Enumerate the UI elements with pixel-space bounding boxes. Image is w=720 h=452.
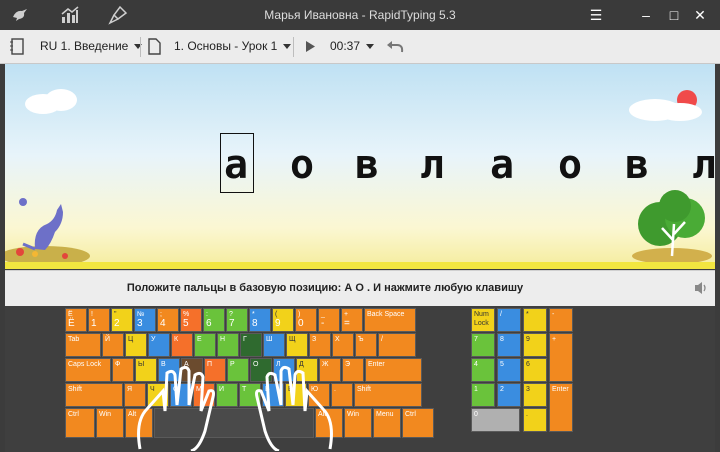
key[interactable]: Щ: [286, 333, 308, 357]
key[interactable]: Tab: [65, 333, 101, 357]
key[interactable]: Enter: [549, 383, 573, 432]
letters-row: а о в л а о в л: [0, 142, 720, 202]
timer-dropdown[interactable]: 00:37: [330, 39, 375, 53]
maximize-icon[interactable]: □: [664, 5, 684, 25]
close-icon[interactable]: ✕: [690, 5, 710, 25]
key[interactable]: ) 0: [295, 308, 317, 332]
key[interactable]: Shift: [65, 383, 123, 407]
key[interactable]: Е: [194, 333, 216, 357]
undo-icon[interactable]: [386, 39, 404, 53]
course-dropdown[interactable]: RU 1. Введение: [40, 39, 143, 53]
key[interactable]: /: [497, 308, 521, 332]
key[interactable]: Ш: [263, 333, 285, 357]
key[interactable]: Caps Lock: [65, 358, 111, 382]
key[interactable]: ; 4: [157, 308, 179, 332]
key[interactable]: % 5: [180, 308, 202, 332]
lesson-dropdown[interactable]: 1. Основы - Урок 1: [174, 39, 292, 53]
key[interactable]: _ -: [318, 308, 340, 332]
notebook-icon: [10, 38, 24, 55]
key[interactable]: Menu: [373, 408, 401, 438]
text-cursor: [220, 133, 254, 193]
hint-text: Положите пальцы в базовую позицию: А О .…: [126, 282, 524, 294]
key[interactable]: (9: [272, 308, 294, 332]
sun-cloud: [629, 90, 702, 121]
letter: о: [290, 142, 315, 188]
key[interactable]: *: [523, 308, 547, 332]
key[interactable]: :6: [203, 308, 225, 332]
key[interactable]: +: [549, 333, 573, 382]
key[interactable]: 2: [497, 383, 521, 407]
key[interactable]: Ctrl: [402, 408, 434, 438]
hands-overlay: [137, 365, 333, 451]
key[interactable]: Ctrl: [65, 408, 95, 438]
key[interactable]: У: [148, 333, 170, 357]
key[interactable]: Ф: [112, 358, 134, 382]
key[interactable]: № 3: [134, 308, 156, 332]
key[interactable]: /: [378, 333, 416, 357]
key[interactable]: ! 1: [88, 308, 110, 332]
key[interactable]: 1: [471, 383, 495, 407]
virtual-keyboard: Ё Ё! 1 " 2 № 3; 4% 5:6? 7 * 8(9) 0 _ - + = Back Space Tab Й…: [5, 306, 715, 452]
letter: в: [625, 142, 650, 188]
hint-bar: Положите пальцы в базовую позицию: А О .…: [5, 270, 715, 307]
key[interactable]: 8: [497, 333, 521, 357]
key[interactable]: Shift: [354, 383, 422, 407]
key[interactable]: Э: [342, 358, 364, 382]
play-icon[interactable]: [305, 40, 316, 53]
key[interactable]: Г: [240, 333, 262, 357]
letter: о: [558, 142, 583, 188]
key[interactable]: Н: [217, 333, 239, 357]
menu-icon[interactable]: ☰: [586, 5, 606, 25]
key[interactable]: Ъ: [355, 333, 377, 357]
key[interactable]: Enter: [365, 358, 422, 382]
toolbar: RU 1. Введение 1. Основы - Урок 1 00:37: [0, 30, 720, 64]
key[interactable]: ? 7: [226, 308, 248, 332]
letter: а: [490, 142, 515, 188]
key[interactable]: -: [549, 308, 573, 332]
key[interactable]: К: [171, 333, 193, 357]
key[interactable]: Й: [102, 333, 124, 357]
letter: л: [420, 142, 445, 188]
key[interactable]: 4: [471, 358, 495, 382]
key[interactable]: * 8: [249, 308, 271, 332]
window-title: Марья Ивановна - RapidTyping 5.3: [264, 8, 456, 22]
document-icon: [148, 38, 161, 55]
minimize-icon[interactable]: –: [636, 5, 656, 25]
key[interactable]: ЁЁ: [65, 308, 87, 332]
key[interactable]: 5: [497, 358, 521, 382]
letter: л: [692, 142, 717, 188]
key[interactable]: .: [523, 408, 547, 432]
key[interactable]: 9: [523, 333, 547, 357]
key[interactable]: 7: [471, 333, 495, 357]
key[interactable]: + =: [341, 308, 363, 332]
title-bar: Марья Ивановна - RapidTyping 5.3 ☰ – □ ✕: [0, 0, 720, 30]
letter: в: [355, 142, 380, 188]
key[interactable]: Num Lock: [471, 308, 495, 332]
key[interactable]: " 2: [111, 308, 133, 332]
key[interactable]: Win: [344, 408, 372, 438]
key[interactable]: 3: [523, 383, 547, 407]
key[interactable]: Ц: [125, 333, 147, 357]
key[interactable]: Х: [332, 333, 354, 357]
kangaroo-illustration: [5, 198, 90, 264]
key[interactable]: 6: [523, 358, 547, 382]
cloud-left: [25, 89, 77, 114]
key[interactable]: З: [309, 333, 331, 357]
key[interactable]: Back Space: [364, 308, 416, 332]
key[interactable]: 0: [471, 408, 520, 432]
key[interactable]: Win: [96, 408, 124, 438]
speaker-icon[interactable]: [693, 280, 709, 296]
